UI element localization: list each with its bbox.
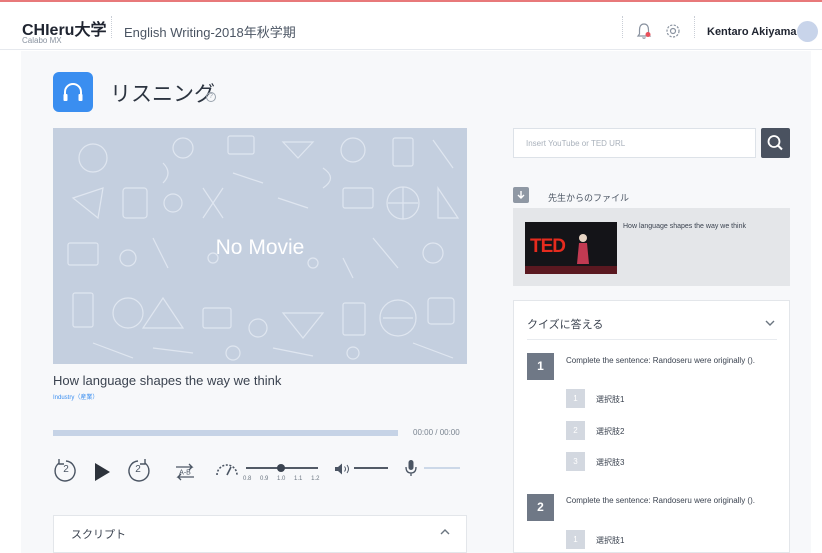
- divider: [527, 339, 777, 340]
- headphones-icon: [53, 72, 93, 112]
- forward-seconds: 2: [135, 464, 141, 475]
- svg-text:A-B: A-B: [179, 470, 191, 477]
- no-movie-label: No Movie: [215, 236, 305, 259]
- question-text: Complete the sentence: Randoseru were or…: [566, 496, 755, 505]
- video-tag[interactable]: Industry（産業）: [53, 392, 98, 401]
- question-number: 2: [527, 494, 554, 521]
- volume-icon[interactable]: [334, 462, 352, 476]
- speed-label: 0.9: [260, 476, 269, 482]
- video-player[interactable]: No Movie: [53, 128, 467, 364]
- video-title: How language shapes the way we think: [53, 373, 282, 388]
- option-label[interactable]: 選択肢3: [596, 457, 624, 468]
- speaker-figure: [525, 234, 617, 274]
- chevron-up-icon[interactable]: [440, 528, 450, 536]
- divider: [694, 16, 695, 38]
- option-label[interactable]: 選択肢1: [596, 394, 624, 405]
- avatar[interactable]: [797, 21, 818, 42]
- rewind-seconds: 2: [63, 464, 69, 475]
- progress-bar[interactable]: [53, 430, 398, 436]
- option-number[interactable]: 2: [566, 421, 585, 440]
- user-name[interactable]: Kentaro Akiyama: [707, 26, 796, 38]
- option-number[interactable]: 1: [566, 530, 585, 549]
- quiz-title: クイズに答える: [527, 319, 604, 331]
- speed-slider[interactable]: [246, 462, 318, 474]
- mic-icon[interactable]: [404, 459, 418, 477]
- file-card[interactable]: TED How language shapes the way we think: [513, 208, 790, 286]
- gear-icon[interactable]: [664, 22, 682, 40]
- option-label[interactable]: 選択肢2: [596, 426, 624, 437]
- speed-label: 1.0: [277, 476, 286, 482]
- course-title[interactable]: English Writing-2018年秋学期: [124, 22, 296, 41]
- download-folder-icon: [513, 187, 529, 203]
- logo-subtitle: Calabo MX: [22, 36, 62, 45]
- video-thumbnail[interactable]: TED: [525, 222, 617, 274]
- option-number[interactable]: 1: [566, 389, 585, 408]
- volume-slider[interactable]: [354, 464, 390, 472]
- url-input[interactable]: [513, 128, 756, 158]
- bell-icon[interactable]: [635, 22, 653, 40]
- speed-labels: 0.8 0.9 1.0 1.1 1.2: [243, 476, 326, 482]
- ab-repeat-icon[interactable]: A-B: [170, 457, 200, 487]
- time-display: 00:00 / 00:00: [413, 428, 460, 437]
- speed-icon[interactable]: [214, 460, 240, 478]
- option-label[interactable]: 選択肢1: [596, 535, 624, 546]
- search-icon: [767, 135, 783, 151]
- quiz-panel: クイズに答える 1 Complete the sentence: Randose…: [513, 300, 790, 553]
- speed-label: 1.1: [294, 476, 303, 482]
- script-panel[interactable]: スクリプト: [53, 515, 467, 553]
- question-number: 1: [527, 353, 554, 380]
- script-title: スクリプト: [71, 529, 126, 541]
- speed-label: 1.2: [311, 476, 320, 482]
- chevron-down-icon[interactable]: [765, 319, 775, 327]
- speed-label: 0.8: [243, 476, 252, 482]
- divider: [111, 16, 112, 38]
- divider: [622, 16, 623, 38]
- help-icon[interactable]: ?: [206, 92, 216, 102]
- mic-level-slider[interactable]: [424, 464, 460, 472]
- teacher-files-label: 先生からのファイル: [548, 193, 630, 203]
- question-text: Complete the sentence: Randoseru were or…: [566, 356, 755, 365]
- play-icon[interactable]: [92, 461, 112, 483]
- page-title: リスニング: [110, 83, 215, 106]
- option-number[interactable]: 3: [566, 452, 585, 471]
- header: CHIeru大学 Calabo MX English Writing-2018年…: [0, 2, 822, 50]
- search-button[interactable]: [761, 128, 790, 158]
- file-title[interactable]: How language shapes the way we think: [623, 223, 746, 230]
